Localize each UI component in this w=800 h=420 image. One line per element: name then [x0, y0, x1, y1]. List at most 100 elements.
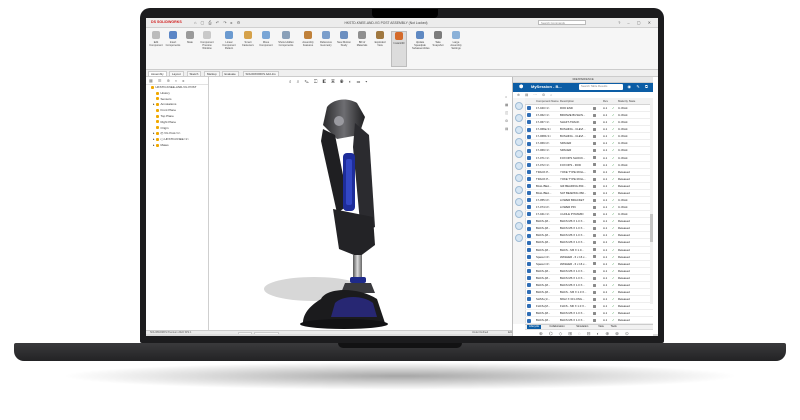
table-row[interactable]: BHCS-(M... BHCS M6 X 1.0 X... A.1 ✓ Released: [525, 310, 653, 318]
panel-action-bar[interactable]: ⊕ ⌬ ◇ ⊞ ◌ ⊟ ◐ ⊕ ⊗ ⊙: [525, 329, 653, 336]
maturity-state: Released: [618, 219, 630, 224]
lock-icon-shape: [593, 304, 596, 308]
table-row[interactable]: 17-041<1> 4 HOLE PYRAMID A.1 ✓ In Work: [525, 211, 653, 219]
session-actions[interactable]: ◉ ✎ ⧉: [628, 84, 650, 89]
table-row[interactable]: BHCS-(M... BHCS - M6 X 1.0 X... A.1 ✓ Releas…: [525, 289, 653, 297]
tab-sketch[interactable]: Sketch: [186, 70, 202, 77]
table-row[interactable]: BHCS-(M... BHCS M6 X 1.0 X... A.1 ✓ Released: [525, 282, 653, 290]
search-commands-input[interactable]: Search Commands: [538, 19, 586, 25]
panel-tool-icon[interactable]: [515, 174, 523, 182]
table-row[interactable]: FHCS-(M... FHCS - M6 X 1.0 X... A.1 ✓ Releas…: [525, 303, 653, 311]
window-controls[interactable]: ? – ▢ ✕: [618, 20, 654, 25]
table-row[interactable]: BHCS-(M... BHCS M6 X 1.0 X... A.1 ✓ Released: [525, 268, 653, 275]
tab-solidworks-add-ins[interactable]: SOLIDWORKS Add-Ins: [242, 70, 279, 77]
feature-tree-item[interactable]: ▸ Mates: [146, 143, 208, 149]
ribbon-button[interactable]: Instant3D: [391, 31, 407, 67]
table-row[interactable]: 17-040<1> ROD END A.1 ✓ In Work: [525, 105, 653, 113]
table-row[interactable]: BHCS-(M... BHCS M6 X 1.0 X... A.1 ✓ Released: [525, 218, 653, 226]
table-row[interactable]: BHCS-(M... BHCS - M6 X 1.0... A.1 ✓ Released: [525, 247, 653, 254]
panel-tool-icon[interactable]: [515, 198, 523, 206]
tab-assembly[interactable]: Assembly: [148, 70, 167, 77]
ribbon-button[interactable]: Assembly Features: [300, 31, 316, 67]
table-row[interactable]: 17-072<1> FOX DPS - ROD A.1 ✓ In Work: [525, 162, 653, 169]
panel-tool-icon[interactable]: [515, 102, 523, 110]
prosthetic-leg-model[interactable]: [209, 77, 512, 330]
table-row[interactable]: 17-074<2> LOWER PIN A.1 ✓ In Work: [525, 204, 653, 212]
ribbon-button[interactable]: Take Snapshot: [430, 31, 446, 67]
table-row[interactable]: BHCS-(M... BHCS M6 X 1.0 X... A.1 ✓ Released: [525, 275, 653, 282]
tab-layout[interactable]: Layout: [169, 70, 184, 77]
part-icon: [527, 268, 532, 274]
ribbon-button[interactable]: Large Assembly Settings: [448, 31, 464, 67]
column-component-name[interactable]: Component Name: [536, 98, 559, 104]
session-name[interactable]: MySession - B...: [531, 84, 562, 89]
ribbon-button[interactable]: Linear Component Pattern: [221, 31, 237, 67]
panel-tool-icon[interactable]: [515, 126, 523, 134]
column-rev[interactable]: Rev: [603, 98, 612, 104]
ribbon-button[interactable]: Insert Components: [165, 31, 181, 67]
panel-tool-icon[interactable]: [515, 234, 523, 242]
title-bar: DS SOLIDWORKS ⌂ ▢ ⎙ ↶ ↷ ▸ ⚙ HKSTD-KNEE-A…: [146, 18, 658, 28]
maturity-state: Released: [618, 247, 630, 252]
component-description: FOX DPS - ROD: [560, 162, 581, 167]
panel-tool-icon[interactable]: [515, 138, 523, 146]
tab-markup[interactable]: Markup: [204, 70, 220, 77]
ribbon-button[interactable]: Edit Component: [148, 31, 164, 67]
table-row[interactable]: 17-071<1> FOX DPS SHOCK... A.1 ✓ In Work: [525, 155, 653, 162]
panel-tool-icon[interactable]: [515, 150, 523, 158]
table-row[interactable]: Spacer<2> WASHER - 6 x 16 x... A.1 ✓ Release…: [525, 261, 653, 268]
table-row[interactable]: 17-067<1> SHAFT-TRACK A.1 ✓ In Work: [525, 119, 653, 127]
compass-icon[interactable]: ⬢: [519, 84, 523, 90]
table-row[interactable]: Spacer<2> WASHER - 6 x 16 x... A.1 ✓ Release…: [525, 254, 653, 261]
table-row[interactable]: TRACK P... YOKE TYPE ROLL... A.1 ✓ Released: [525, 169, 653, 176]
graphics-viewport[interactable]: ⌕ ⌕ ✎ ◫ ◧ ▣ ◉ ◐ ▭ ▾ ⌂ ▦ ◫ ⚙ ▤: [209, 77, 512, 330]
table-row[interactable]: BALL BEA... SAT BEARING #60... A.1 ✓ Release…: [525, 190, 653, 198]
panel-tool-icon[interactable]: [515, 186, 523, 194]
table-row[interactable]: BHCS-(M... BHCS M6 X 1.0 X... A.1 ✓ Released: [525, 239, 653, 247]
lock-icon-shape: [593, 283, 596, 287]
ribbon-button[interactable]: Component Preview Window: [199, 31, 215, 67]
table-row[interactable]: 17-062<1> BRONZE BUSHIN... A.1 ✓ In Work: [525, 112, 653, 120]
table-row[interactable]: BALL BEA... IHF BEARING #60... A.1 ✓ Release…: [525, 183, 653, 190]
table-row[interactable]: 17-055<2> LOWER BRACKET A.1 ✓ In Work: [525, 197, 653, 205]
feature-tree-toolbar[interactable]: ▦ ☰ ⊕ ◐ ▸: [146, 77, 208, 85]
table-row[interactable]: 17-069<2> SPACER A.1 ✓ In Work: [525, 140, 653, 148]
scrollbar-thumb[interactable]: [650, 214, 653, 242]
ribbon-button-icon: [282, 31, 290, 39]
ribbon-button[interactable]: Show Hidden Components: [278, 31, 294, 67]
panel-tool-icon[interactable]: [515, 210, 523, 218]
part-icon-shape: [527, 283, 531, 288]
table-row[interactable]: 17-069<1> SPACER A.1 ✓ In Work: [525, 147, 653, 155]
table-search-input[interactable]: Search Table Results: [579, 84, 623, 90]
panel-tool-icon[interactable]: [515, 114, 523, 122]
table-row[interactable]: TRACK P... YOKE TYPE ROLL... A.1 ✓ Released: [525, 176, 653, 183]
ribbon-button-label: Linear Component Pattern: [222, 41, 236, 50]
panel-tool-icon[interactable]: [515, 162, 523, 170]
ribbon-button[interactable]: Mate: [182, 31, 198, 67]
table-row[interactable]: 17-068b<1> BUSHING - CLEVI... A.1 ✓ In Work: [525, 133, 653, 141]
ribbon-button[interactable]: Smart Fasteners: [240, 31, 256, 67]
ribbon-button[interactable]: Move Component: [258, 31, 274, 67]
table-row[interactable]: BHCS-(M... BHCS M6 X 1.0 X... A.1 ✓ Released: [525, 225, 653, 233]
part-icon-shape: [527, 240, 531, 245]
table-row[interactable]: 17-068a<1> BUSHING - CLEVI... A.1 ✓ In Work: [525, 126, 653, 134]
ribbon-button[interactable]: New Motion Study: [336, 31, 352, 67]
tab-evaluate[interactable]: Evaluate: [221, 70, 239, 77]
panel-tool-icon[interactable]: [515, 222, 523, 230]
table-row[interactable]: SHSS-(1/... M6x2 X 30 LONG... A.1 ✓ Released: [525, 296, 653, 304]
column-description[interactable]: Description: [560, 98, 593, 104]
column-maturity-state[interactable]: Maturity State: [618, 98, 648, 104]
ribbon-button[interactable]: Bill of Materials: [354, 31, 370, 67]
part-icon: [527, 162, 532, 168]
component-rev: A.1: [603, 148, 608, 153]
ribbon-button[interactable]: Reference Geometry: [318, 31, 334, 67]
lock-icon: [593, 282, 602, 288]
quick-access-toolbar[interactable]: ⌂ ▢ ⎙ ↶ ↷ ▸ ⚙: [194, 20, 242, 25]
ribbon-button-icon: [395, 32, 403, 40]
component-rev: A.1: [603, 304, 608, 309]
ribbon-button[interactable]: Exploded View: [372, 31, 388, 67]
table-scrollbar[interactable]: [650, 104, 653, 304]
screen: DS SOLIDWORKS ⌂ ▢ ⎙ ↶ ↷ ▸ ⚙ HKSTD-KNEE-A…: [146, 18, 658, 336]
ribbon-button[interactable]: Update Speedpak Subassemblies: [412, 31, 430, 67]
table-row[interactable]: BHCS-(M... BHCS M6 X 1.0 X... A.1 ✓ Released: [525, 232, 653, 240]
